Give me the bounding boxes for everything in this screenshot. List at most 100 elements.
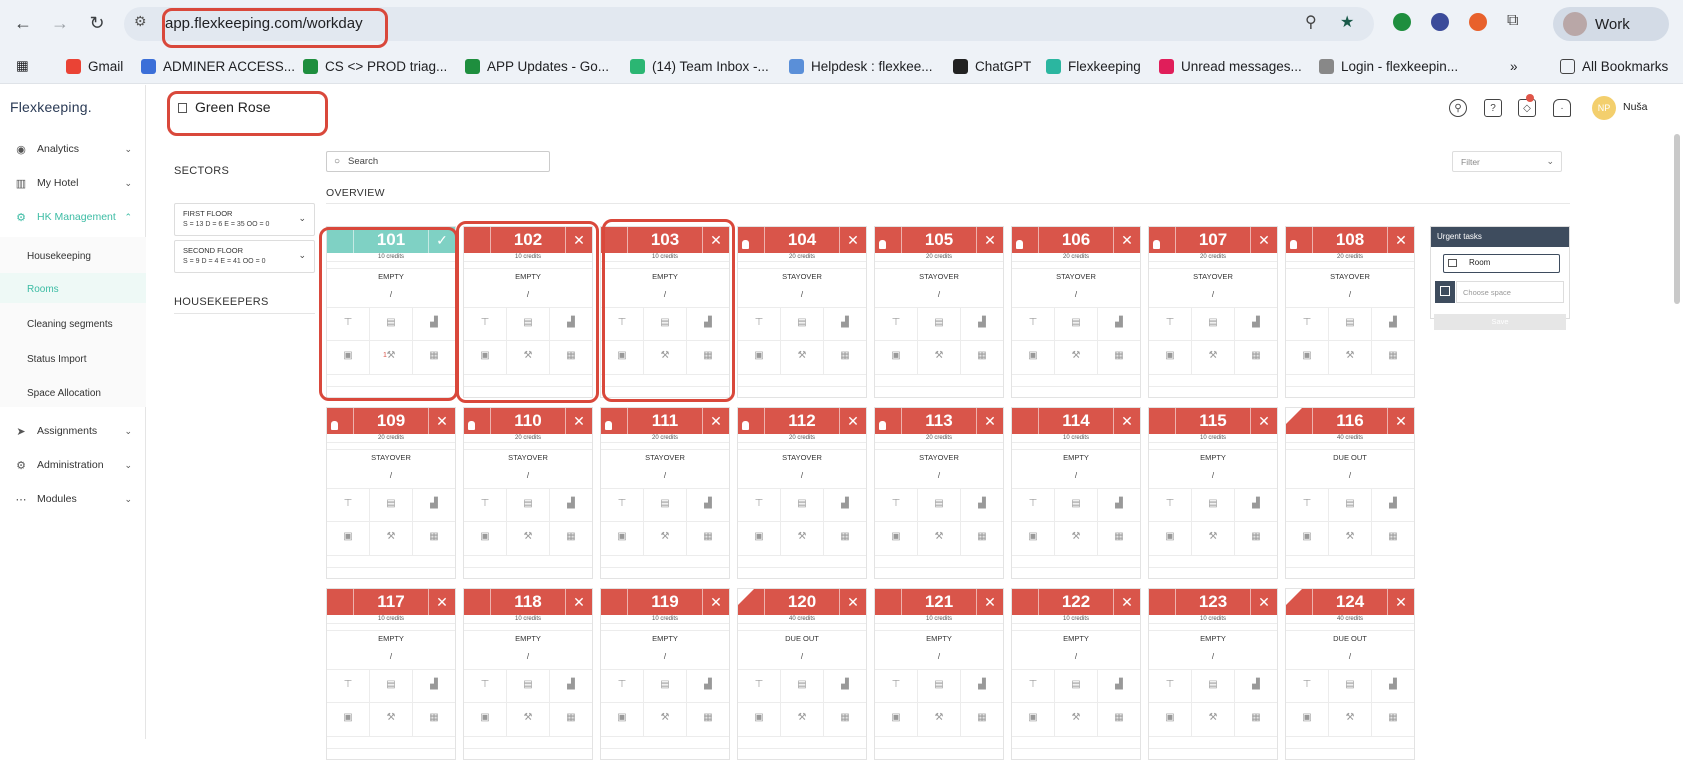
signal-icon[interactable]: ▟ <box>424 679 444 690</box>
bookmark-item[interactable]: Helpdesk : flexkee... <box>789 55 933 77</box>
minibar-icon[interactable]: ▤ <box>518 679 538 690</box>
room-card[interactable]: 120 ✕ 40 credits DUE OUT / ⊤ ▤ ▟ ▣ ⚒ ▦ <box>737 588 867 760</box>
bookmark-item[interactable]: Unread messages... <box>1159 55 1302 77</box>
room-card-header[interactable]: 120 ✕ <box>738 589 866 615</box>
room-card-header[interactable]: 108 ✕ <box>1286 227 1414 253</box>
minibar-icon[interactable]: ▤ <box>929 498 949 509</box>
note-icon[interactable]: ▦ <box>424 350 444 361</box>
room-card[interactable]: 104 ✕ 20 credits STAYOVER / ⊤ ▤ ▟ ▣ ⚒ ▦ <box>737 226 867 398</box>
wrench-icon[interactable]: ⚒ <box>518 350 538 361</box>
bookmark-item[interactable]: ChatGPT <box>953 55 1031 77</box>
room-card[interactable]: 115 ✕ 10 credits EMPTY / ⊤ ▤ ▟ ▣ ⚒ ▦ <box>1148 407 1278 579</box>
checklist-icon[interactable]: ▣ <box>1297 712 1317 723</box>
room-card[interactable]: 110 ✕ 20 credits STAYOVER / ⊤ ▤ ▟ ▣ ⚒ ▦ <box>463 407 593 579</box>
reload-icon[interactable]: ↻ <box>84 10 110 36</box>
sidebar-item-modules[interactable]: ⋯ Modules ⌄ <box>0 486 146 512</box>
wrench-icon[interactable]: ⚒ <box>1340 531 1360 542</box>
cocktail-icon[interactable]: ⊤ <box>749 317 769 328</box>
room-card-header[interactable]: 106 ✕ <box>1012 227 1140 253</box>
wrench-icon[interactable]: ⚒ <box>929 350 949 361</box>
signal-icon[interactable]: ▟ <box>1383 317 1403 328</box>
note-icon[interactable]: ▦ <box>1246 712 1266 723</box>
star-icon[interactable]: ★ <box>1340 12 1354 32</box>
user-avatar[interactable]: NP <box>1592 96 1616 120</box>
wrench-icon[interactable]: ⚒ <box>929 531 949 542</box>
signal-icon[interactable]: ▟ <box>972 679 992 690</box>
room-card-header[interactable]: 105 ✕ <box>875 227 1003 253</box>
submenu-item-rooms[interactable]: Rooms <box>27 284 59 295</box>
signal-icon[interactable]: ▟ <box>698 498 718 509</box>
signal-icon[interactable]: ▟ <box>835 317 855 328</box>
room-card-header[interactable]: 121 ✕ <box>875 589 1003 615</box>
signal-icon[interactable]: ▟ <box>698 317 718 328</box>
cocktail-icon[interactable]: ⊤ <box>749 498 769 509</box>
wrench-icon[interactable]: ⚒ <box>1203 712 1223 723</box>
minibar-icon[interactable]: ▤ <box>1203 679 1223 690</box>
grammarly-icon[interactable] <box>1393 13 1411 31</box>
cocktail-icon[interactable]: ⊤ <box>475 679 495 690</box>
minibar-icon[interactable]: ▤ <box>655 679 675 690</box>
note-icon[interactable]: ▦ <box>1383 350 1403 361</box>
note-icon[interactable]: ▦ <box>424 712 444 723</box>
cocktail-icon[interactable]: ⊤ <box>1160 498 1180 509</box>
cocktail-icon[interactable]: ⊤ <box>612 498 632 509</box>
room-card[interactable]: 112 ✕ 20 credits STAYOVER / ⊤ ▤ ▟ ▣ ⚒ ▦ <box>737 407 867 579</box>
filter-select[interactable]: Filter ⌄ <box>1452 151 1562 172</box>
room-card[interactable]: 107 ✕ 20 credits STAYOVER / ⊤ ▤ ▟ ▣ ⚒ ▦ <box>1148 226 1278 398</box>
close-icon[interactable]: ✕ <box>702 227 729 253</box>
room-card[interactable]: 123 ✕ 10 credits EMPTY / ⊤ ▤ ▟ ▣ ⚒ ▦ <box>1148 588 1278 760</box>
close-icon[interactable]: ✕ <box>1387 227 1414 253</box>
signal-icon[interactable]: ▟ <box>424 498 444 509</box>
room-card-header[interactable]: 124 ✕ <box>1286 589 1414 615</box>
close-icon[interactable]: ✕ <box>702 408 729 434</box>
checklist-icon[interactable]: ▣ <box>1023 350 1043 361</box>
room-card[interactable]: 118 ✕ 10 credits EMPTY / ⊤ ▤ ▟ ▣ ⚒ ▦ <box>463 588 593 760</box>
note-icon[interactable]: ▦ <box>1246 350 1266 361</box>
wrench-icon[interactable]: ⚒ <box>1066 531 1086 542</box>
checklist-icon[interactable]: ▣ <box>1160 712 1180 723</box>
wrench-icon[interactable]: ⚒ <box>655 350 675 361</box>
minibar-icon[interactable]: ▤ <box>1066 679 1086 690</box>
bookmark-item[interactable]: ADMINER ACCESS... <box>141 55 295 77</box>
checklist-icon[interactable]: ▣ <box>886 350 906 361</box>
signal-icon[interactable]: ▟ <box>972 317 992 328</box>
forward-icon[interactable]: → <box>47 10 73 36</box>
signal-icon[interactable]: ▟ <box>1109 317 1129 328</box>
minibar-icon[interactable]: ▤ <box>792 679 812 690</box>
checklist-icon[interactable]: ▣ <box>338 350 358 361</box>
chevron-down-icon[interactable]: ⌄ <box>298 250 306 261</box>
close-icon[interactable]: ✕ <box>1250 227 1277 253</box>
sidebar-item-analytics[interactable]: ◉ Analytics ⌄ <box>0 136 146 162</box>
bookmark-item[interactable]: Login - flexkeepin... <box>1319 55 1458 77</box>
search-icon[interactable]: ⚲ <box>1449 99 1467 117</box>
room-card-header[interactable]: 115 ✕ <box>1149 408 1277 434</box>
signal-icon[interactable]: ▟ <box>561 317 581 328</box>
minibar-icon[interactable]: ▤ <box>1340 498 1360 509</box>
cocktail-icon[interactable]: ⊤ <box>1297 317 1317 328</box>
minibar-icon[interactable]: ▤ <box>381 317 401 328</box>
wrench-icon[interactable]: ⚒ <box>792 350 812 361</box>
scrollbar-thumb[interactable] <box>1674 134 1680 304</box>
room-card[interactable]: 108 ✕ 20 credits STAYOVER / ⊤ ▤ ▟ ▣ ⚒ ▦ <box>1285 226 1415 398</box>
firefox-icon[interactable] <box>1469 13 1487 31</box>
minibar-icon[interactable]: ▤ <box>1340 679 1360 690</box>
room-card[interactable]: 117 ✕ 10 credits EMPTY / ⊤ ▤ ▟ ▣ ⚒ ▦ <box>326 588 456 760</box>
cocktail-icon[interactable]: ⊤ <box>338 498 358 509</box>
checklist-icon[interactable]: ▣ <box>886 712 906 723</box>
cocktail-icon[interactable]: ⊤ <box>1023 317 1043 328</box>
signal-icon[interactable]: ▟ <box>698 679 718 690</box>
sector-first-floor[interactable]: FIRST FLOOR S = 13 D = 6 E = 35 OO = 0 ⌄ <box>174 203 315 236</box>
note-icon[interactable]: ▦ <box>698 531 718 542</box>
checklist-icon[interactable]: ▣ <box>475 531 495 542</box>
minibar-icon[interactable]: ▤ <box>518 498 538 509</box>
note-icon[interactable]: ▦ <box>424 531 444 542</box>
signal-icon[interactable]: ▟ <box>1246 317 1266 328</box>
room-card-header[interactable]: 114 ✕ <box>1012 408 1140 434</box>
close-icon[interactable]: ✕ <box>565 227 592 253</box>
room-button[interactable] <box>1443 254 1560 273</box>
signal-icon[interactable]: ▟ <box>424 317 444 328</box>
checklist-icon[interactable]: ▣ <box>1297 350 1317 361</box>
checklist-icon[interactable]: ▣ <box>1160 350 1180 361</box>
cocktail-icon[interactable]: ⊤ <box>338 317 358 328</box>
close-icon[interactable]: ✕ <box>1113 227 1140 253</box>
